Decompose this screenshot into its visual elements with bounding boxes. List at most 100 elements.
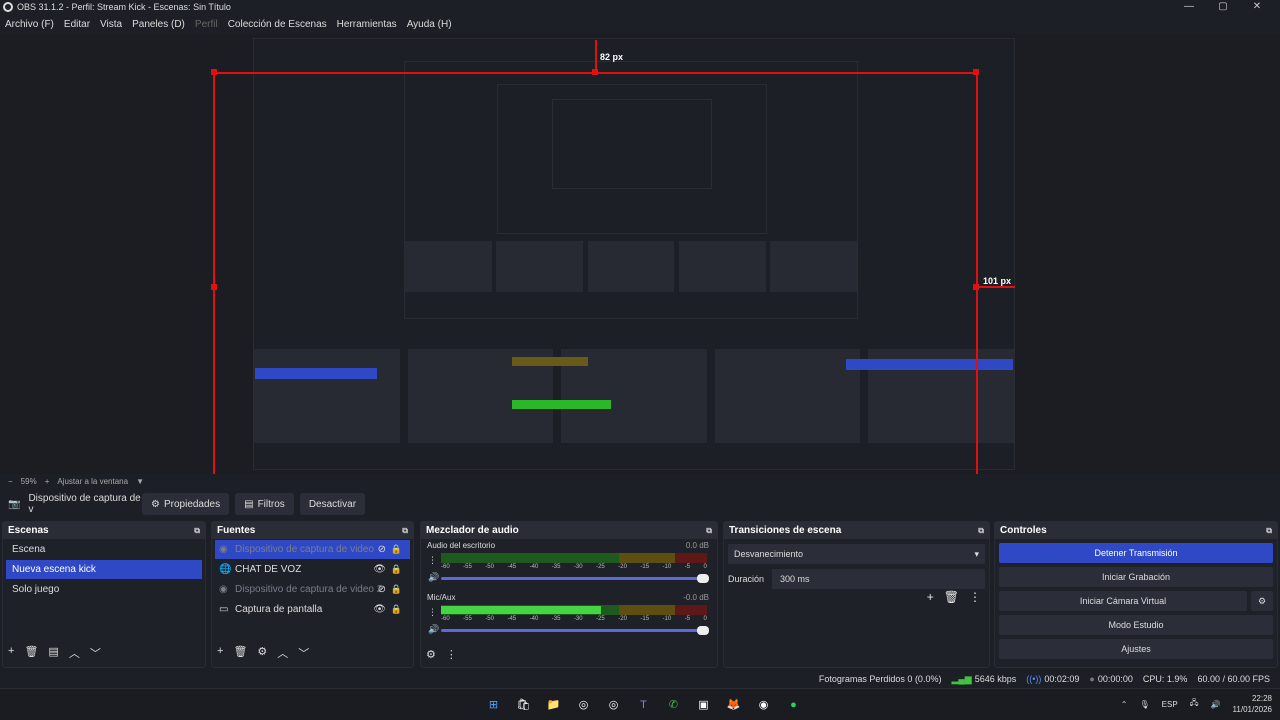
undock-icon[interactable]: ⧉ [978, 526, 984, 536]
studio-mode-button[interactable]: Modo Estudio [999, 615, 1273, 635]
deactivate-button[interactable]: Desactivar [299, 493, 366, 515]
fit-window-label[interactable]: Ajustar a la ventana [57, 477, 128, 486]
photos-icon[interactable]: ▣ [694, 695, 713, 714]
more-icon[interactable]: ⋮ [446, 648, 457, 661]
add-icon[interactable]: + [927, 590, 934, 604]
mixer-settings-icon[interactable]: ⚙ [426, 648, 436, 661]
volume-icon[interactable]: 🔊 [1211, 700, 1221, 709]
menu-archivo[interactable]: Archivo (F) [5, 19, 54, 30]
slider-knob[interactable] [697, 574, 709, 583]
chrome-icon[interactable]: ◎ [574, 695, 593, 714]
speaker-icon[interactable]: 🔊 [428, 624, 439, 635]
zoom-out-icon[interactable]: − [8, 477, 13, 486]
trash-icon[interactable]: 🗑 [944, 590, 959, 604]
language-indicator[interactable]: ESP [1162, 700, 1178, 709]
properties-button[interactable]: ⚙ Propiedades [142, 493, 230, 515]
chevron-down-icon[interactable]: ▼ [136, 477, 144, 486]
transition-select[interactable]: Desvanecimiento ▾ [728, 544, 985, 564]
lock-icon[interactable]: 🔒 [391, 584, 402, 595]
chrome-icon[interactable]: ◎ [604, 695, 623, 714]
up-icon[interactable]: ︿ [69, 645, 80, 661]
settings-button[interactable]: Ajustes [999, 639, 1273, 659]
minimize-icon[interactable]: — [1172, 0, 1206, 14]
more-icon[interactable]: ⋮ [969, 590, 981, 604]
spotify-icon[interactable]: ● [784, 695, 803, 714]
filter-icon[interactable]: ▤ [48, 645, 58, 661]
menu-paneles[interactable]: Paneles (D) [132, 19, 185, 30]
eye-icon[interactable]: 👁 [373, 564, 386, 575]
sources-dock: Fuentes ⧉ ◉ Dispositivo de captura de vi… [211, 521, 414, 668]
more-icon[interactable]: ⋮ [428, 555, 437, 566]
teams-icon[interactable]: T [634, 695, 653, 714]
trash-icon[interactable]: 🗑 [233, 645, 247, 661]
store-icon[interactable]: 🛍 [514, 695, 533, 714]
obs-icon[interactable]: ◉ [754, 695, 773, 714]
up-icon[interactable]: ︿ [277, 645, 288, 661]
down-icon[interactable]: ﹀ [90, 645, 101, 661]
resize-handle-l[interactable] [211, 284, 217, 290]
duration-input[interactable]: 300 ms [772, 569, 985, 589]
scale-tick: -10 [662, 616, 672, 622]
network-icon[interactable]: 🖧 [1190, 697, 1199, 711]
resize-handle-r[interactable] [973, 284, 979, 290]
clock-time: 22:28 [1251, 694, 1272, 703]
close-icon[interactable]: ✕ [1240, 0, 1274, 14]
add-icon[interactable]: + [217, 645, 223, 661]
volume-slider[interactable] [441, 626, 709, 635]
eye-hidden-icon[interactable]: ⊘ [378, 584, 386, 595]
undock-icon[interactable]: ⧉ [402, 526, 408, 536]
resize-handle-t[interactable] [592, 69, 598, 75]
undock-icon[interactable]: ⧉ [1266, 526, 1272, 536]
down-icon[interactable]: ﹀ [298, 645, 309, 661]
trash-icon[interactable]: 🗑 [24, 645, 38, 661]
source-item[interactable]: ◉ Dispositivo de captura de video 2 ⊘ 🔒 [215, 580, 410, 599]
volume-slider[interactable] [441, 574, 709, 583]
menu-coleccion-escenas[interactable]: Colección de Escenas [228, 19, 327, 30]
start-virtual-camera-button[interactable]: Iniciar Cámara Virtual [999, 591, 1247, 611]
more-icon[interactable]: ⋮ [428, 607, 437, 618]
preview-area[interactable]: 82 px 101 px [0, 34, 1280, 474]
source-item[interactable]: ▭ Captura de pantalla 👁 🔒 [215, 600, 410, 619]
guide-distance-right [977, 286, 1015, 288]
menu-ayuda[interactable]: Ayuda (H) [407, 19, 452, 30]
resize-handle-tl[interactable] [211, 69, 217, 75]
lock-icon[interactable]: 🔒 [391, 604, 402, 615]
track-name: Audio del escritorio [427, 541, 496, 550]
speaker-icon[interactable]: 🔊 [428, 572, 439, 583]
mic-icon[interactable]: 🎙 [1139, 700, 1149, 709]
menu-herramientas[interactable]: Herramientas [337, 19, 397, 30]
scene-item-solo-juego[interactable]: Solo juego [6, 580, 202, 599]
scene-item-escena[interactable]: Escena [6, 540, 202, 559]
maximize-icon[interactable]: ▢ [1206, 0, 1240, 14]
menu-editar[interactable]: Editar [64, 19, 90, 30]
slider-knob[interactable] [697, 626, 709, 635]
source-item[interactable]: ◉ Dispositivo de captura de video ⊘ 🔒 [215, 540, 410, 559]
scene-item-nueva-escena-kick[interactable]: Nueva escena kick [6, 560, 202, 579]
menu-vista[interactable]: Vista [100, 19, 122, 30]
zoom-level[interactable]: 59% [21, 477, 37, 486]
eye-hidden-icon[interactable]: ⊘ [378, 544, 386, 555]
whatsapp-icon[interactable]: ✆ [664, 695, 683, 714]
firefox-icon[interactable]: 🦊 [724, 695, 743, 714]
windows-icon[interactable]: ⊞ [484, 695, 503, 714]
stop-streaming-button[interactable]: Detener Transmisión [999, 543, 1273, 563]
filters-button[interactable]: ▤ Filtros [235, 493, 294, 515]
folder-icon[interactable]: 📁 [544, 695, 563, 714]
lock-icon[interactable]: 🔒 [391, 544, 402, 555]
undock-icon[interactable]: ⧉ [194, 526, 200, 536]
clock[interactable]: 22:28 11/01/2026 [1233, 693, 1272, 715]
record-icon: ● [1089, 674, 1095, 684]
undock-icon[interactable]: ⧉ [706, 526, 712, 536]
transition-selected: Desvanecimiento [734, 549, 804, 559]
add-icon[interactable]: + [8, 645, 14, 661]
menu-perfil[interactable]: Perfil [195, 19, 218, 30]
chevron-up-icon[interactable]: ⌃ [1121, 700, 1128, 709]
source-item[interactable]: 🌐 CHAT DE VOZ 👁 🔒 [215, 560, 410, 579]
resize-handle-tr[interactable] [973, 69, 979, 75]
lock-icon[interactable]: 🔒 [391, 564, 402, 575]
eye-icon[interactable]: 👁 [373, 604, 386, 615]
zoom-in-icon[interactable]: + [45, 477, 50, 486]
gear-icon[interactable]: ⚙ [257, 645, 267, 661]
start-recording-button[interactable]: Iniciar Grabación [999, 567, 1273, 587]
gear-icon[interactable]: ⚙ [1251, 591, 1273, 611]
